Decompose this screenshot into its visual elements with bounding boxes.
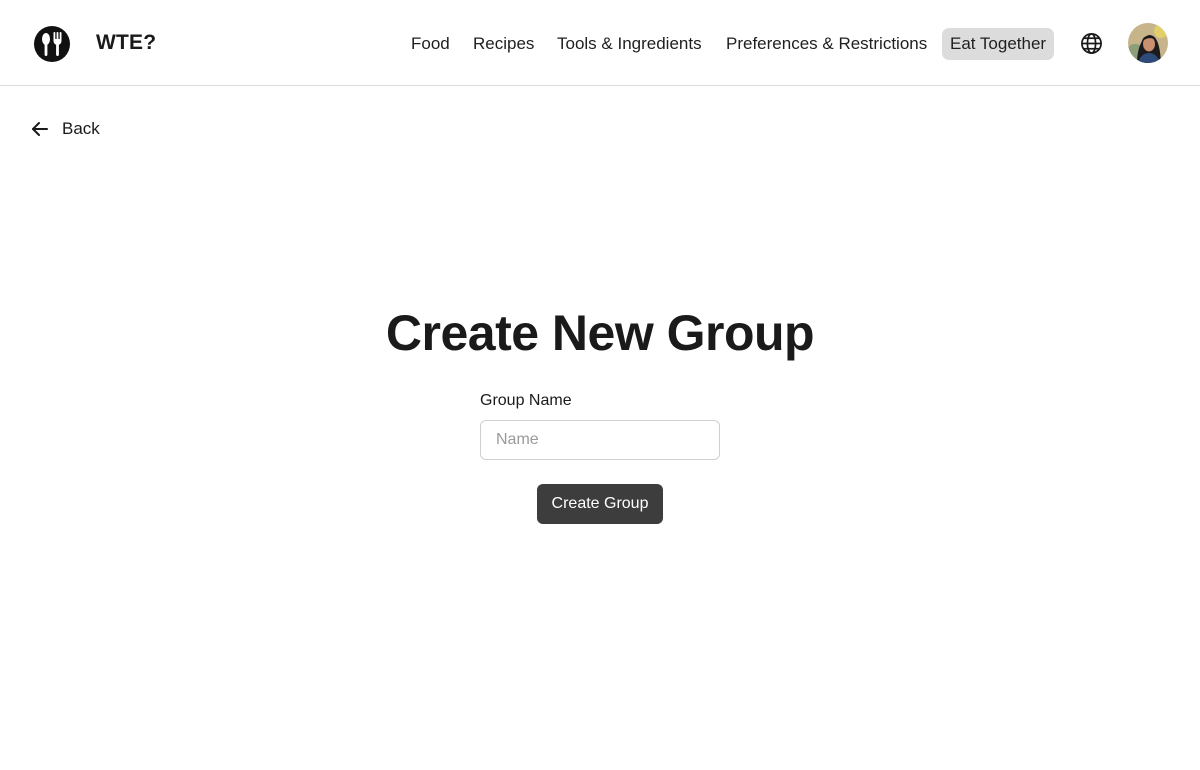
globe-icon[interactable]	[1080, 32, 1103, 55]
fork-spoon-logo-icon[interactable]	[33, 25, 71, 63]
nav-item-eat-together[interactable]: Eat Together	[942, 28, 1055, 60]
group-name-label: Group Name	[480, 392, 572, 409]
back-label: Back	[62, 119, 100, 138]
user-avatar[interactable]	[1128, 23, 1168, 63]
brand-name[interactable]: WTE?	[96, 31, 156, 55]
page-title: Create New Group	[385, 305, 815, 361]
nav-item-recipes[interactable]: Recipes	[473, 28, 534, 60]
group-name-input[interactable]	[480, 420, 720, 460]
nav-item-preferences-restrictions[interactable]: Preferences & Restrictions	[726, 28, 927, 60]
top-navigation-bar: WTE? Food Recipes Tools & Ingredients Pr…	[0, 0, 1200, 86]
arrow-left-icon	[32, 122, 48, 136]
create-group-button[interactable]: Create Group	[537, 484, 663, 524]
back-button[interactable]: Back	[30, 116, 100, 142]
nav-item-food[interactable]: Food	[411, 28, 450, 60]
nav-item-tools-ingredients[interactable]: Tools & Ingredients	[557, 28, 702, 60]
